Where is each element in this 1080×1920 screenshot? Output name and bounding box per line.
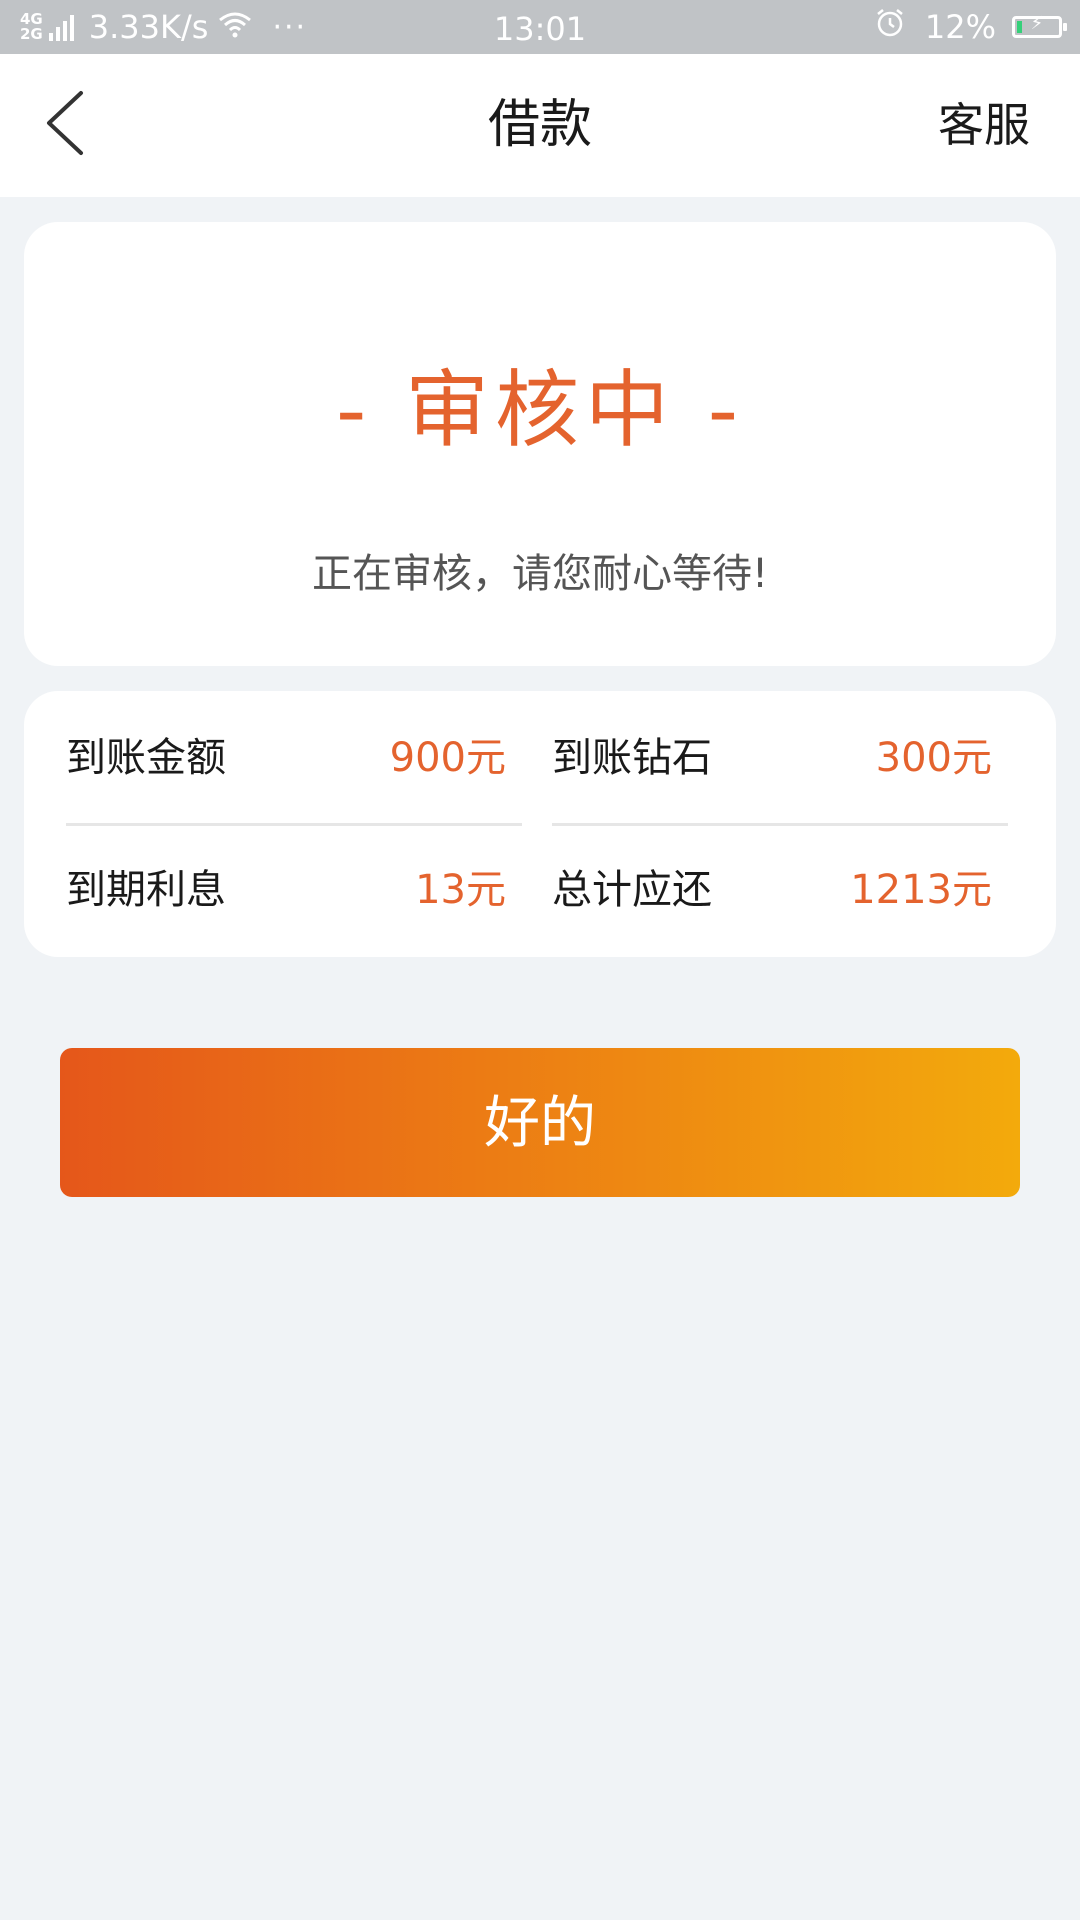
page-title: 借款 bbox=[487, 95, 592, 155]
review-status-card: - 审核中 - 正在审核，请您耐心等待! bbox=[24, 222, 1056, 666]
review-status-heading: - 审核中 - bbox=[335, 361, 745, 459]
interest-row: 到期利息 13元 bbox=[66, 825, 522, 959]
battery-icon: ⚡ bbox=[1012, 13, 1067, 38]
alarm-clock-icon bbox=[875, 8, 905, 46]
received-diamonds-row: 到账钻石 300元 bbox=[552, 691, 1008, 825]
review-status-description: 正在审核，请您耐心等待! bbox=[311, 551, 769, 597]
status-bar-right: 12% ⚡ bbox=[875, 0, 1067, 54]
received-diamonds-value: 300元 bbox=[875, 735, 992, 781]
charging-bolt-icon: ⚡ bbox=[1030, 13, 1044, 34]
loan-detail-card: 到账金额 900元 到账钻石 300元 到期利息 13元 总计应还 1213元 bbox=[24, 691, 1056, 957]
interest-value: 13元 bbox=[415, 867, 506, 913]
battery-percent: 12% bbox=[924, 8, 996, 46]
status-bar: 4G 2G 3.33K/s ··· 13:01 12% ⚡ bbox=[0, 0, 1080, 54]
back-button[interactable] bbox=[30, 88, 100, 162]
total-repayment-label: 总计应还 bbox=[552, 867, 712, 913]
total-repayment-value: 1213元 bbox=[850, 867, 992, 913]
received-amount-value: 900元 bbox=[389, 735, 506, 781]
confirm-ok-button[interactable]: 好的 bbox=[60, 1048, 1020, 1197]
received-diamonds-label: 到账钻石 bbox=[552, 735, 712, 781]
navigation-bar: 借款 客服 bbox=[0, 54, 1080, 197]
received-amount-row: 到账金额 900元 bbox=[66, 691, 522, 825]
customer-service-button[interactable]: 客服 bbox=[938, 54, 1030, 197]
interest-label: 到期利息 bbox=[66, 867, 226, 913]
chevron-left-icon bbox=[45, 90, 85, 160]
received-amount-label: 到账金额 bbox=[66, 735, 226, 781]
total-repayment-row: 总计应还 1213元 bbox=[552, 825, 1008, 959]
